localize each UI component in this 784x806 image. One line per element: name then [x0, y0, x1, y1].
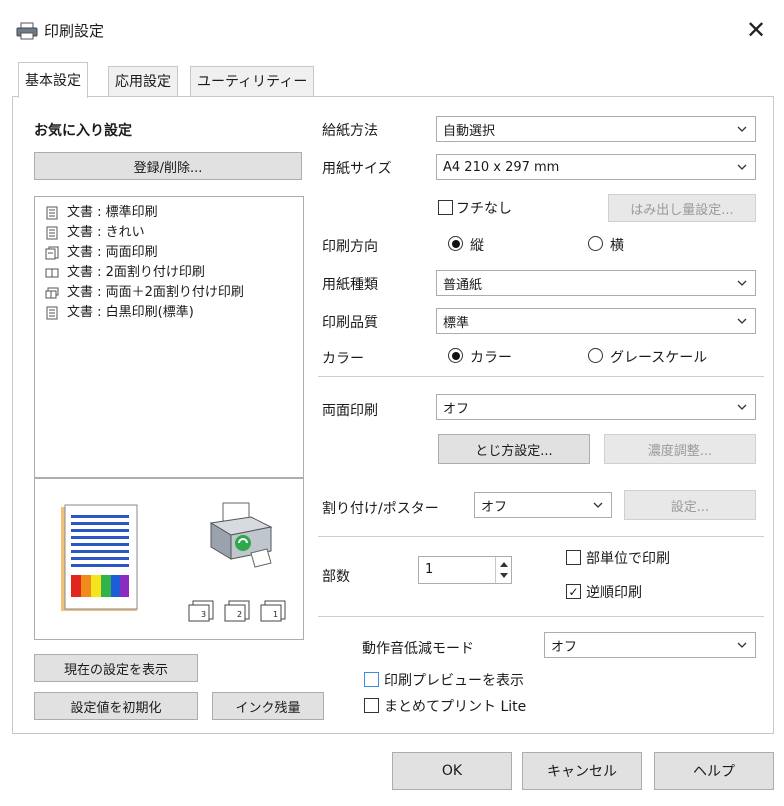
quiet-mode-label: 動作音低減モード: [362, 641, 474, 657]
document-icon: [46, 306, 58, 320]
overflow-settings-button[interactable]: はみ出し量設定...: [608, 194, 756, 222]
color-label: カラー: [322, 351, 364, 367]
color-radio[interactable]: [448, 348, 463, 363]
chevron-down-icon: [737, 280, 747, 286]
list-item[interactable]: 文書 : きれい: [45, 223, 145, 243]
document-icon: [46, 206, 58, 220]
show-current-settings-button[interactable]: 現在の設定を表示: [34, 654, 198, 682]
divider: [318, 536, 764, 537]
print-lite-label: まとめてプリント Lite: [384, 699, 527, 715]
svg-text:3: 3: [201, 610, 206, 619]
borderless-label: フチなし: [456, 201, 512, 217]
layout-poster-select[interactable]: オフ: [474, 492, 612, 518]
reset-settings-button[interactable]: 設定値を初期化: [34, 692, 198, 720]
duplex-select[interactable]: オフ: [436, 394, 756, 420]
copies-value: 1: [425, 562, 434, 577]
divider: [318, 616, 764, 617]
print-lite-checkbox[interactable]: [364, 698, 379, 713]
stepper-arrows-icon: [500, 562, 508, 578]
window-title: 印刷設定: [44, 22, 105, 40]
cancel-button[interactable]: キャンセル: [522, 752, 642, 790]
register-delete-button[interactable]: 登録/削除...: [34, 152, 302, 180]
tab-advanced[interactable]: 応用設定: [108, 66, 178, 96]
paper-type-select[interactable]: 普通紙: [436, 270, 756, 296]
chevron-down-icon: [593, 502, 603, 508]
ink-levels-button[interactable]: インク残量: [212, 692, 324, 720]
list-item[interactable]: 文書 : 両面＋2面割り付け印刷: [45, 283, 244, 303]
borderless-checkbox[interactable]: [438, 200, 453, 215]
list-item[interactable]: 文書 : 2面割り付け印刷: [45, 263, 205, 283]
divider: [318, 376, 764, 377]
list-item[interactable]: 文書 : 白黒印刷(標準): [45, 303, 194, 323]
print-quality-label: 印刷品質: [322, 315, 378, 331]
collate-checkbox[interactable]: [566, 550, 581, 565]
close-icon[interactable]: ✕: [738, 12, 774, 48]
stepper-arrows[interactable]: [495, 557, 511, 583]
printer-icon: [16, 22, 38, 40]
duplex-document-icon: [45, 246, 59, 260]
paper-preview-icon: [61, 504, 138, 611]
favorites-heading: お気に入り設定: [34, 123, 132, 139]
tab-basic[interactable]: 基本設定: [18, 62, 88, 98]
tab-utility[interactable]: ユーティリティー: [190, 66, 315, 96]
list-item[interactable]: 文書 : 標準印刷: [45, 203, 158, 223]
copies-stepper[interactable]: 1: [418, 556, 512, 584]
document-icon: [46, 226, 58, 240]
print-preview-label: 印刷プレビューを表示: [384, 673, 524, 689]
landscape-label: 横: [610, 238, 624, 254]
paper-size-select[interactable]: A4 210 x 297 mm: [436, 154, 756, 180]
landscape-radio[interactable]: [588, 236, 603, 251]
collate-label: 部単位で印刷: [586, 551, 670, 567]
svg-text:1: 1: [273, 610, 278, 619]
paper-type-label: 用紙種類: [322, 277, 378, 293]
quiet-mode-select[interactable]: オフ: [544, 632, 756, 658]
favorites-list[interactable]: 文書 : 標準印刷 文書 : きれい 文書 : 両面印刷 文書 : 2面割り付け…: [34, 196, 304, 478]
paper-size-label: 用紙サイズ: [322, 161, 392, 177]
grayscale-option-label: グレースケール: [610, 350, 708, 366]
layout-poster-label: 割り付け/ポスター: [322, 501, 439, 517]
svg-text:2: 2: [237, 610, 242, 619]
chevron-down-icon: [737, 404, 747, 410]
grayscale-radio[interactable]: [588, 348, 603, 363]
chevron-down-icon: [737, 642, 747, 648]
duplex-two-up-document-icon: [45, 287, 59, 299]
reverse-order-label: 逆順印刷: [586, 585, 642, 601]
help-button[interactable]: ヘルプ: [654, 752, 774, 790]
density-adjust-button[interactable]: 濃度調整...: [604, 434, 756, 464]
color-option-label: カラー: [470, 350, 512, 366]
portrait-label: 縦: [470, 238, 484, 254]
copies-label: 部数: [322, 569, 350, 585]
orientation-label: 印刷方向: [322, 239, 378, 255]
binding-settings-button[interactable]: とじ方設定...: [438, 434, 590, 464]
chevron-down-icon: [737, 318, 747, 324]
reverse-order-checkbox[interactable]: ✓: [566, 584, 581, 599]
two-up-document-icon: [45, 268, 59, 278]
chevron-down-icon: [737, 164, 747, 170]
print-preview-checkbox[interactable]: [364, 672, 379, 687]
portrait-radio[interactable]: [448, 236, 463, 251]
printer-illustration-icon: [209, 502, 273, 568]
print-quality-select[interactable]: 標準: [436, 308, 756, 334]
duplex-label: 両面印刷: [322, 403, 378, 419]
paper-source-label: 給紙方法: [322, 123, 378, 139]
paper-source-select[interactable]: 自動選択: [436, 116, 756, 142]
ok-button[interactable]: OK: [392, 752, 512, 790]
layout-settings-button[interactable]: 設定...: [624, 490, 756, 520]
list-item[interactable]: 文書 : 両面印刷: [45, 243, 158, 263]
print-preview-panel: 3 2 1: [34, 478, 304, 640]
page-order-icon: 3 2 1: [188, 600, 286, 622]
chevron-down-icon: [737, 126, 747, 132]
title-bar: 印刷設定 ✕: [0, 0, 784, 62]
